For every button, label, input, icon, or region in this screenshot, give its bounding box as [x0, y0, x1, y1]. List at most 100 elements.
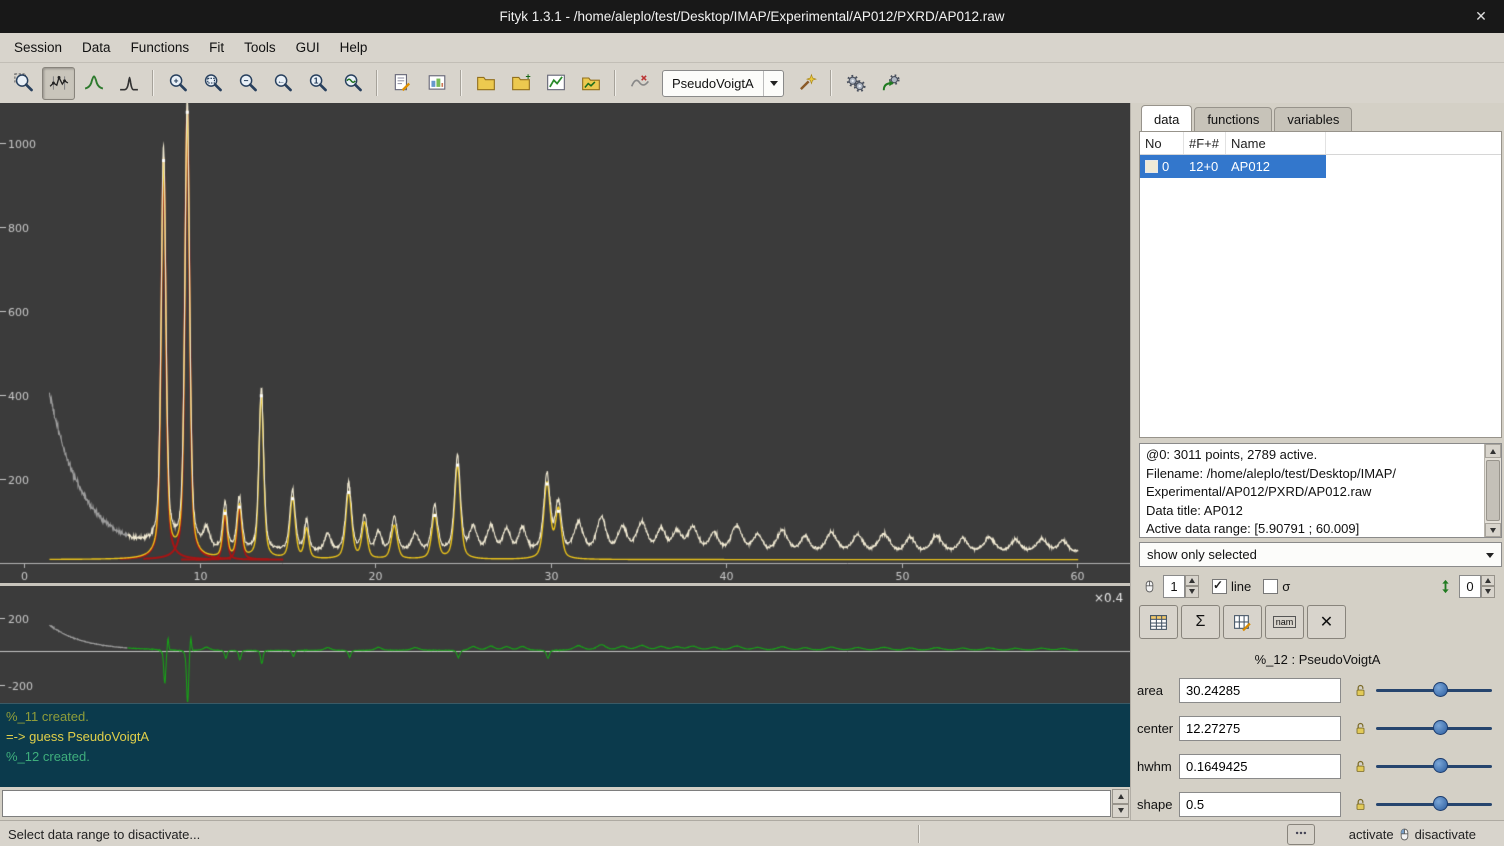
slider-thumb[interactable] [1433, 720, 1448, 735]
close-button[interactable]: ✕ [1468, 0, 1494, 33]
quick-load-data[interactable] [539, 67, 572, 100]
data-transform[interactable] [623, 67, 656, 100]
open-data[interactable] [469, 67, 502, 100]
column-header-functions[interactable]: #F+# [1184, 132, 1226, 154]
lock-icon[interactable] [1350, 794, 1370, 814]
main-plot[interactable] [0, 103, 1130, 583]
chart-icon [546, 73, 566, 93]
scroll-up-button[interactable] [1485, 444, 1501, 458]
mode-add-function[interactable] [112, 67, 145, 100]
spin-up-button[interactable] [1481, 575, 1495, 587]
sigma-checkbox-label: σ [1282, 579, 1290, 594]
up-arrow-icon [1118, 794, 1124, 799]
menu-gui[interactable]: GUI [286, 33, 330, 62]
delete-button[interactable]: ✕ [1307, 605, 1346, 639]
sigma-checkbox[interactable] [1263, 579, 1278, 594]
filter-value: show only selected [1140, 547, 1479, 562]
edit-data-button[interactable] [1223, 605, 1262, 639]
param-label: hwhm [1131, 759, 1179, 774]
sidebar-tabs: datafunctionsvariables [1141, 105, 1354, 132]
lock-icon[interactable] [1350, 718, 1370, 738]
shape-slider[interactable] [1376, 794, 1492, 814]
center-slider[interactable] [1376, 718, 1492, 738]
dataset-list-header: No #F+# Name [1140, 132, 1501, 155]
hwhm-slider[interactable] [1376, 756, 1492, 776]
menu-session[interactable]: Session [4, 33, 72, 62]
menu-functions[interactable]: Functions [121, 33, 200, 62]
zoom-previous[interactable]: ← [266, 67, 299, 100]
window-title: Fityk 1.3.1 - /home/aleplo/test/Desktop/… [500, 9, 1005, 24]
scroll-down-button[interactable] [1485, 523, 1501, 537]
menu-tools[interactable]: Tools [234, 33, 286, 62]
export-data[interactable] [574, 67, 607, 100]
mouse-hint-config-button[interactable] [1287, 824, 1315, 845]
dropdown-arrow-icon [1479, 548, 1501, 562]
spin-down-button[interactable] [1185, 586, 1199, 598]
area-input[interactable] [1179, 678, 1341, 703]
area-slider[interactable] [1376, 680, 1492, 700]
title-bar[interactable]: Fityk 1.3.1 - /home/aleplo/test/Desktop/… [0, 0, 1504, 33]
history-down-button[interactable] [1112, 804, 1129, 819]
output-console: %_11 created.=-> guess PseudoVoigtA%_12 … [0, 703, 1130, 787]
info-line: Experimental/AP012/PXRD/AP012.raw [1146, 483, 1481, 502]
line-checkbox[interactable] [1212, 579, 1227, 594]
zoom-region[interactable] [196, 67, 229, 100]
column-header-no[interactable]: No [1140, 132, 1184, 154]
slider-thumb[interactable] [1433, 796, 1448, 811]
zoom-out[interactable]: − [231, 67, 264, 100]
slider-thumb[interactable] [1433, 682, 1448, 697]
mode-zoom-select[interactable] [7, 67, 40, 100]
info-scrollbar[interactable] [1484, 444, 1501, 537]
param-row-hwhm: hwhm [1131, 747, 1504, 785]
mode-add-peak[interactable] [77, 67, 110, 100]
dataset-list[interactable]: No #F+# Name 0 12+0 AP012 [1139, 131, 1502, 438]
sum-formula-button[interactable]: Σ [1181, 605, 1220, 639]
magplus-icon: + [168, 73, 188, 93]
button-glyph: Σ [1196, 613, 1206, 631]
menu-fit[interactable]: Fit [199, 33, 234, 62]
menu-data[interactable]: Data [72, 33, 121, 62]
data-table-button[interactable] [1139, 605, 1178, 639]
transform-icon [630, 73, 650, 93]
zoom-vertical-fit[interactable] [336, 67, 369, 100]
console-line: %_12 created. [0, 747, 1130, 767]
function-type-value: PseudoVoigtA [663, 76, 763, 91]
dataset-row[interactable]: 0 12+0 AP012 [1140, 155, 1501, 178]
point-size-spinner[interactable]: 1 [1163, 575, 1199, 598]
append-data[interactable]: + [504, 67, 537, 100]
run-fit[interactable] [839, 67, 872, 100]
spin-up-button[interactable] [1185, 575, 1199, 587]
function-type-dropdown[interactable]: PseudoVoigtA [662, 70, 784, 97]
auto-add-guess[interactable] [790, 67, 823, 100]
tab-functions[interactable]: functions [1194, 107, 1272, 132]
show-filter-dropdown[interactable]: show only selected [1139, 542, 1502, 567]
spin-down-button[interactable] [1481, 586, 1495, 598]
status-bar: Select data range to disactivate... acti… [0, 820, 1504, 846]
command-input[interactable] [2, 790, 1111, 817]
rename-button[interactable]: nam [1265, 605, 1304, 639]
shift-spinner[interactable]: 0 [1459, 575, 1495, 598]
tab-variables[interactable]: variables [1274, 107, 1352, 132]
toolbar-separator [376, 70, 378, 96]
shape-input[interactable] [1179, 792, 1341, 817]
zoom-in[interactable]: + [161, 67, 194, 100]
center-input[interactable] [1179, 716, 1341, 741]
history-up-button[interactable] [1112, 789, 1129, 804]
column-header-name[interactable]: Name [1226, 132, 1326, 154]
undo-fit[interactable] [874, 67, 907, 100]
mode-data-range[interactable] [42, 67, 75, 100]
slider-thumb[interactable] [1433, 758, 1448, 773]
zoom-all[interactable]: 1 [301, 67, 334, 100]
lock-icon[interactable] [1350, 680, 1370, 700]
hwhm-input[interactable] [1179, 754, 1341, 779]
aux-plot[interactable] [0, 586, 1130, 703]
gui-config[interactable] [420, 67, 453, 100]
scrollbar-thumb[interactable] [1486, 460, 1500, 521]
tab-data[interactable]: data [1141, 105, 1192, 132]
param-label: shape [1131, 797, 1179, 812]
menu-help[interactable]: Help [330, 33, 378, 62]
lock-icon[interactable] [1350, 756, 1370, 776]
magleft-icon: ← [273, 73, 293, 93]
data-color-swatch[interactable] [1145, 160, 1158, 173]
edit-script[interactable] [385, 67, 418, 100]
